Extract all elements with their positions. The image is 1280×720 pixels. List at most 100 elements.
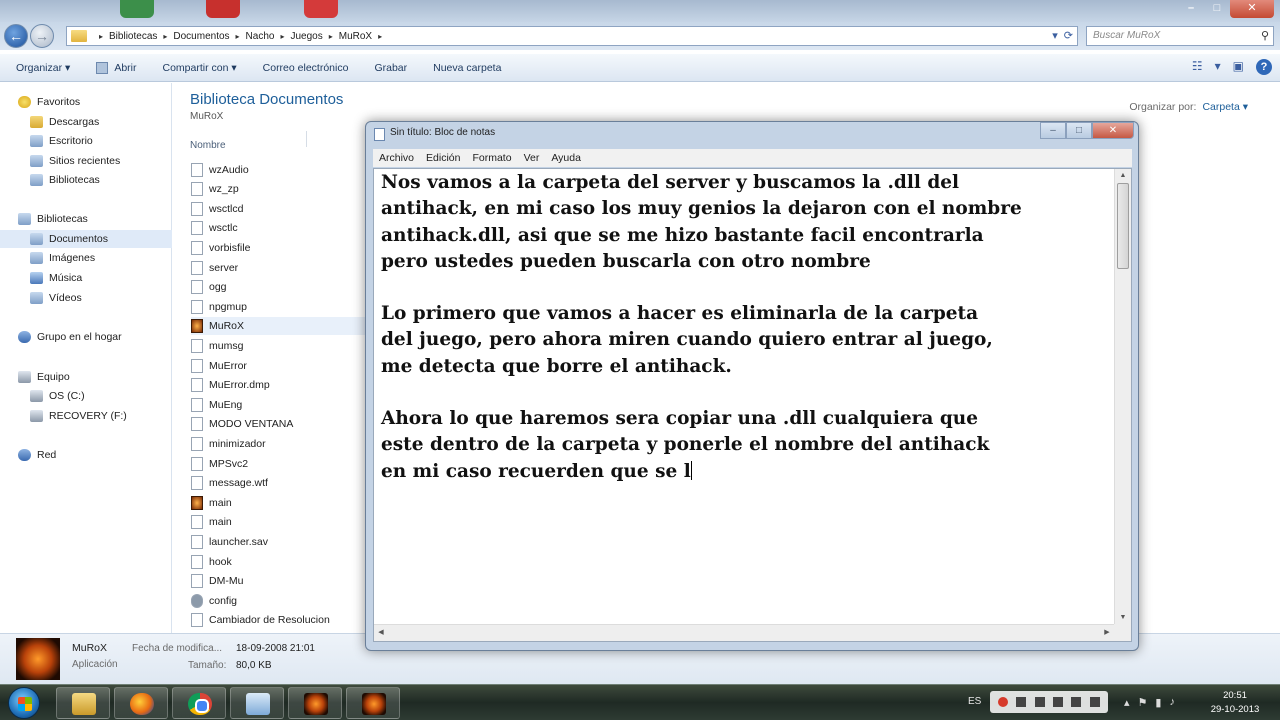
file-item[interactable]: MuError.dmp — [191, 376, 371, 394]
camera-icon[interactable] — [1071, 697, 1082, 707]
nav-documents[interactable]: Documentos — [0, 230, 172, 248]
close-button[interactable]: ✕ — [1230, 0, 1274, 18]
nav-network[interactable]: Red — [18, 446, 56, 464]
notepad-text-area[interactable]: Nos vamos a la carpeta del server y busc… — [373, 168, 1132, 642]
file-item[interactable]: minimizador — [191, 435, 371, 453]
arrange-value[interactable]: Carpeta — [1202, 101, 1239, 113]
taskbar-chrome[interactable] — [172, 687, 226, 719]
search-input[interactable]: Buscar MuRoX ⚲ — [1086, 26, 1274, 46]
scroll-left-icon[interactable]: ◀ — [374, 625, 388, 641]
action-center-icon[interactable]: ⚑ — [1138, 696, 1148, 709]
preview-pane-icon[interactable]: ▣ — [1233, 59, 1244, 75]
start-button[interactable] — [8, 687, 40, 719]
show-hidden-icons-icon[interactable]: ▴ — [1124, 696, 1130, 709]
file-item[interactable]: message.wtf — [191, 474, 371, 492]
new-folder-button[interactable]: Nueva carpeta — [433, 62, 501, 74]
file-item[interactable]: main — [191, 494, 371, 512]
nav-drive-f[interactable]: RECOVERY (F:) — [30, 407, 127, 425]
address-bar[interactable]: ▸ Bibliotecas ▸ Documentos ▸ Nacho ▸ Juegos … — [66, 26, 1078, 46]
file-item[interactable]: wsctlc — [191, 219, 371, 237]
taskbar-mu-1[interactable] — [288, 687, 342, 719]
scroll-thumb[interactable] — [1117, 183, 1129, 269]
nav-libraries-fav[interactable]: Bibliotecas — [30, 171, 100, 189]
open-button[interactable]: Abrir — [96, 61, 136, 74]
organize-button[interactable]: Organizar ▾ — [16, 62, 70, 74]
screen-icon[interactable] — [1053, 697, 1064, 707]
share-button[interactable]: Compartir con ▾ — [162, 62, 236, 74]
scroll-right-icon[interactable]: ▶ — [1100, 625, 1114, 641]
taskbar-firefox[interactable] — [114, 687, 168, 719]
email-button[interactable]: Correo electrónico — [263, 62, 349, 74]
menu-formato[interactable]: Formato — [472, 152, 511, 164]
arrange-by[interactable]: Organizar por: Carpeta ▾ — [1129, 101, 1248, 113]
notepad-text[interactable]: Nos vamos a la carpeta del server y busc… — [381, 170, 1115, 485]
menu-ayuda[interactable]: Ayuda — [551, 152, 581, 164]
maximize-button[interactable]: □ — [1204, 0, 1230, 18]
breadcrumb-item[interactable]: Bibliotecas — [109, 31, 157, 42]
clock[interactable]: 20:51 29-10-2013 — [1200, 689, 1270, 717]
breadcrumb-item[interactable]: Nacho — [246, 31, 275, 42]
scroll-up-icon[interactable]: ▲ — [1115, 169, 1131, 183]
nav-desktop[interactable]: Escritorio — [30, 132, 93, 150]
stop-icon[interactable] — [1016, 697, 1027, 707]
back-button[interactable]: ← — [4, 24, 28, 48]
nav-music[interactable]: Música — [30, 269, 82, 287]
minimize-button[interactable]: – — [1178, 0, 1204, 18]
horizontal-scrollbar[interactable]: ◀ ▶ — [374, 624, 1114, 641]
view-dropdown-icon[interactable]: ▾ — [1215, 59, 1221, 75]
file-item[interactable]: mumsg — [191, 337, 371, 355]
file-item-selected[interactable]: MuRoX — [191, 317, 381, 335]
file-item[interactable]: launcher.sav — [191, 533, 371, 551]
menu-edicion[interactable]: Edición — [426, 152, 460, 164]
file-item[interactable]: ogg — [191, 278, 371, 296]
view-options-icon[interactable]: ☷ — [1192, 59, 1203, 75]
search-icon[interactable]: ⚲ — [1261, 29, 1269, 42]
breadcrumb-item[interactable]: MuRoX — [339, 31, 372, 42]
settings-icon[interactable] — [1089, 697, 1100, 707]
file-item[interactable]: MODO VENTANA — [191, 415, 371, 433]
recorder-toolbar[interactable] — [990, 691, 1108, 713]
file-item[interactable]: wz_zp — [191, 180, 371, 198]
file-item[interactable]: MuEng — [191, 396, 371, 414]
file-item[interactable]: DM-Mu — [191, 572, 371, 590]
nav-favorites[interactable]: Favoritos — [18, 93, 80, 111]
pause-icon[interactable] — [1034, 697, 1045, 707]
nav-recent[interactable]: Sitios recientes — [30, 152, 120, 170]
taskbar-explorer[interactable] — [56, 687, 110, 719]
nav-homegroup[interactable]: Grupo en el hogar — [18, 328, 122, 346]
file-item[interactable]: hook — [191, 553, 371, 571]
burn-button[interactable]: Grabar — [374, 62, 407, 74]
nav-downloads[interactable]: Descargas — [30, 113, 99, 131]
breadcrumb-item[interactable]: Juegos — [290, 31, 322, 42]
menu-archivo[interactable]: Archivo — [379, 152, 414, 164]
breadcrumb-item[interactable]: Documentos — [173, 31, 229, 42]
file-item[interactable]: npgmup — [191, 298, 371, 316]
notepad-minimize-button[interactable]: – — [1040, 122, 1066, 139]
network-icon[interactable]: ▮ — [1155, 696, 1161, 709]
column-divider[interactable] — [306, 131, 307, 147]
nav-computer[interactable]: Equipo — [18, 368, 70, 386]
taskbar-mu-2[interactable] — [346, 687, 400, 719]
file-item[interactable]: wsctlcd — [191, 200, 371, 218]
file-item[interactable]: config — [191, 592, 371, 610]
forward-button[interactable]: → — [30, 24, 54, 48]
file-item[interactable]: MuError — [191, 357, 371, 375]
refresh-icon[interactable]: ⟳ — [1064, 29, 1073, 42]
help-icon[interactable]: ? — [1256, 59, 1272, 75]
file-item[interactable]: MPSvc2 — [191, 455, 371, 473]
nav-videos[interactable]: Vídeos — [30, 289, 82, 307]
column-header-name[interactable]: Nombre — [190, 140, 226, 151]
nav-libraries[interactable]: Bibliotecas — [18, 210, 88, 228]
nav-pictures[interactable]: Imágenes — [30, 249, 95, 267]
scroll-down-icon[interactable]: ▼ — [1115, 611, 1131, 625]
notepad-close-button[interactable]: ✕ — [1092, 122, 1134, 139]
notepad-maximize-button[interactable]: □ — [1066, 122, 1092, 139]
file-item[interactable]: Cambiador de Resolucion — [191, 611, 371, 629]
nav-drive-c[interactable]: OS (C:) — [30, 387, 85, 405]
volume-icon[interactable]: ♪ — [1169, 696, 1175, 709]
history-dropdown-icon[interactable]: ▾ — [1052, 29, 1058, 42]
file-item[interactable]: wzAudio — [191, 161, 371, 179]
menu-ver[interactable]: Ver — [524, 152, 540, 164]
file-item[interactable]: server — [191, 259, 371, 277]
vertical-scrollbar[interactable]: ▲ ▼ — [1114, 169, 1131, 625]
